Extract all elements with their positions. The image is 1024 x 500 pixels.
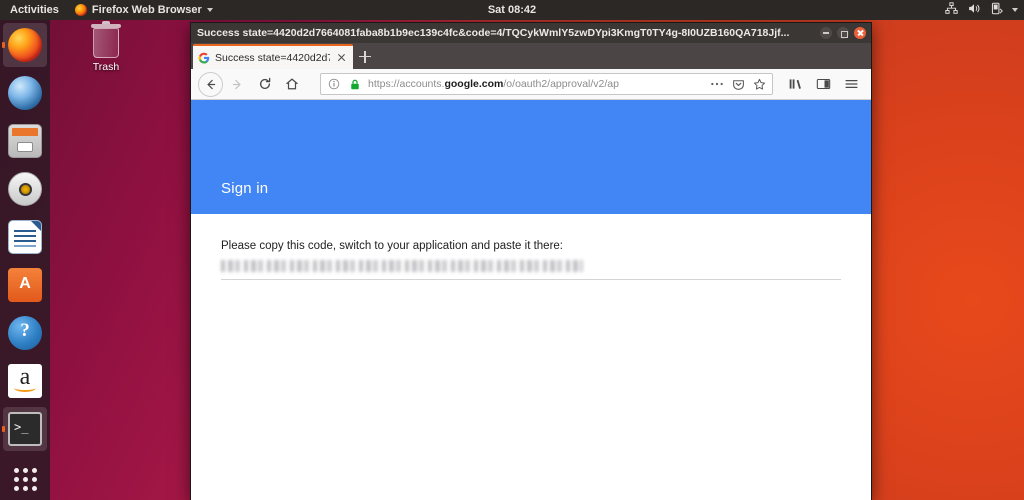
rhythmbox-icon xyxy=(8,172,42,206)
dock-item-amazon[interactable] xyxy=(3,359,47,403)
url-bar[interactable]: https://accounts.google.com/o/oauth2/app… xyxy=(320,73,773,95)
library-icon[interactable] xyxy=(783,72,808,97)
chevron-down-icon xyxy=(206,8,213,12)
new-tab-button[interactable] xyxy=(353,44,377,69)
star-icon[interactable] xyxy=(751,75,767,93)
auth-code-field[interactable] xyxy=(221,260,841,280)
dock-item-thunderbird[interactable] xyxy=(3,71,47,115)
tab-title: Success state=4420d2d7 xyxy=(215,51,330,64)
grid-dot-icon xyxy=(31,476,37,482)
grid-dot-icon xyxy=(13,476,19,482)
page-content: Sign in Please copy this code, switch to… xyxy=(191,100,871,500)
dock-item-help[interactable] xyxy=(3,311,47,355)
firefox-icon xyxy=(74,4,87,16)
field-underline xyxy=(221,279,841,280)
maximize-button[interactable] xyxy=(837,27,849,39)
app-menu-label: Firefox Web Browser xyxy=(91,4,202,16)
ubuntu-software-icon xyxy=(8,268,42,302)
grid-dot-icon xyxy=(31,485,37,491)
page-title: Sign in xyxy=(221,180,269,197)
dock-item-terminal[interactable] xyxy=(2,407,47,451)
sidebar-icon[interactable] xyxy=(811,72,836,97)
google-signin-banner: Sign in xyxy=(191,100,871,214)
grid-dot-icon xyxy=(22,467,28,473)
auth-code-redacted-value xyxy=(221,260,583,272)
dock-item-files[interactable] xyxy=(3,119,47,163)
app-menu-firefox[interactable]: Firefox Web Browser xyxy=(67,0,221,20)
instruction-text: Please copy this code, switch to your ap… xyxy=(221,240,564,252)
window-controls xyxy=(814,27,866,39)
url-text: https://accounts.google.com/o/oauth2/app… xyxy=(368,78,619,90)
tab-strip: Success state=4420d2d7 xyxy=(191,43,871,69)
trash-label: Trash xyxy=(92,61,120,73)
grid-dot-icon xyxy=(22,476,28,482)
dock-item-rhythmbox[interactable] xyxy=(3,167,47,211)
power-icon[interactable] xyxy=(990,2,1003,18)
approval-content: Please copy this code, switch to your ap… xyxy=(191,214,871,280)
terminal-icon xyxy=(8,412,42,446)
amazon-icon xyxy=(8,364,42,398)
files-icon xyxy=(8,124,42,158)
gnome-top-bar: Activities Firefox Web Browser Sat 08:42 xyxy=(0,0,1024,20)
volume-icon[interactable] xyxy=(967,2,981,18)
chevron-down-icon[interactable] xyxy=(1012,8,1018,12)
firefox-icon xyxy=(8,28,42,62)
show-applications-button[interactable] xyxy=(3,459,47,499)
window-title: Success state=4420d2d7664081faba8b1b9ec1… xyxy=(197,27,790,39)
dock-item-ubuntu-software[interactable] xyxy=(3,263,47,307)
forward-button xyxy=(225,72,250,97)
google-favicon xyxy=(198,52,210,63)
minimize-button[interactable] xyxy=(820,27,832,39)
writer-icon xyxy=(8,220,42,254)
hamburger-menu-icon[interactable] xyxy=(839,72,864,97)
home-button[interactable] xyxy=(279,72,304,97)
dock-item-firefox[interactable] xyxy=(2,23,47,67)
padlock-icon[interactable] xyxy=(347,75,363,93)
window-titlebar[interactable]: Success state=4420d2d7664081faba8b1b9ec1… xyxy=(191,23,871,43)
grid-dot-icon xyxy=(13,467,19,473)
close-icon[interactable] xyxy=(335,51,348,64)
pocket-icon[interactable] xyxy=(730,75,746,93)
activities-button[interactable]: Activities xyxy=(0,0,67,20)
grid-dot-icon xyxy=(13,485,19,491)
back-button[interactable] xyxy=(198,71,223,97)
info-icon[interactable] xyxy=(326,75,342,93)
ellipsis-icon[interactable] xyxy=(709,75,725,93)
ubuntu-launcher-dock xyxy=(0,20,50,500)
help-icon xyxy=(8,316,42,350)
close-button[interactable] xyxy=(854,27,866,39)
system-tray[interactable] xyxy=(945,2,1018,18)
navigation-toolbar: https://accounts.google.com/o/oauth2/app… xyxy=(191,69,871,100)
desktop-icon-trash[interactable]: Trash xyxy=(78,21,134,73)
browser-tab[interactable]: Success state=4420d2d7 xyxy=(193,44,353,69)
dock-item-libreoffice-writer[interactable] xyxy=(3,215,47,259)
grid-dot-icon xyxy=(31,467,37,473)
firefox-window: Success state=4420d2d7664081faba8b1b9ec1… xyxy=(190,22,872,500)
reload-button[interactable] xyxy=(252,72,277,97)
toolbar-right-buttons xyxy=(781,72,864,97)
activities-label: Activities xyxy=(10,4,59,16)
trash-icon xyxy=(91,21,121,58)
thunderbird-icon xyxy=(8,76,42,110)
grid-dot-icon xyxy=(22,485,28,491)
network-icon[interactable] xyxy=(945,2,958,18)
